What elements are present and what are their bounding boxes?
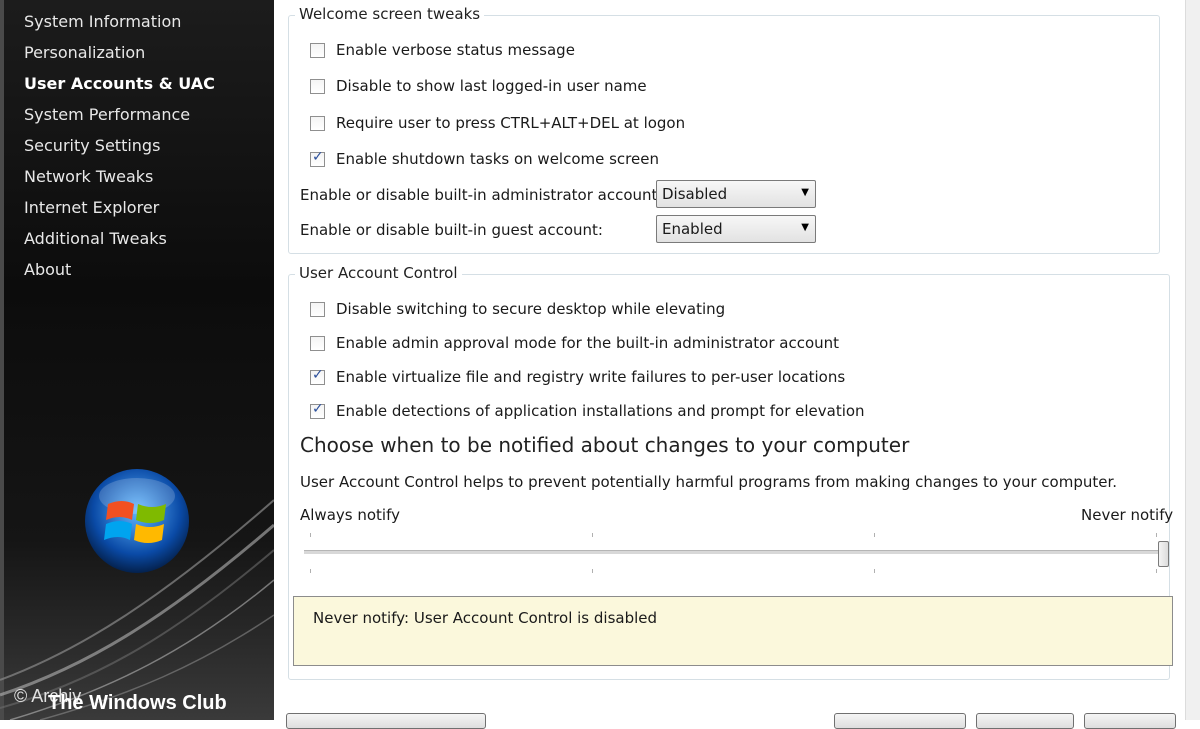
checkbox[interactable] <box>310 78 325 94</box>
option-secure-desktop[interactable]: Disable switching to secure desktop whil… <box>310 298 725 320</box>
option-detect-installs[interactable]: ✓ Enable detections of application insta… <box>310 400 865 422</box>
admin-account-row: Enable or disable built-in administrator… <box>300 179 662 211</box>
option-label: Disable to show last logged-in user name <box>336 77 647 95</box>
option-verbose-status[interactable]: Enable verbose status message <box>310 39 575 61</box>
sidebar-item-network-tweaks[interactable]: Network Tweaks <box>24 163 215 194</box>
checkbox[interactable] <box>310 115 325 131</box>
option-virtualize-writes[interactable]: ✓ Enable virtualize file and registry wr… <box>310 366 845 388</box>
checkbox[interactable] <box>310 301 325 317</box>
sidebar-item-system-information[interactable]: System Information <box>24 8 215 39</box>
bottom-button-1[interactable] <box>834 713 966 729</box>
slider-tick <box>310 533 311 537</box>
checkbox[interactable]: ✓ <box>310 149 325 167</box>
notify-slider-thumb[interactable] <box>1158 541 1169 567</box>
sidebar-item-security-settings[interactable]: Security Settings <box>24 132 215 163</box>
slider-tick <box>874 533 875 537</box>
sidebar-item-about[interactable]: About <box>24 256 215 287</box>
slider-never-notify-label: Never notify <box>1081 506 1174 524</box>
uac-description: User Account Control helps to prevent po… <box>300 473 1118 491</box>
uac-heading: Choose when to be notified about changes… <box>300 433 910 457</box>
checkbox[interactable]: ✓ <box>310 367 325 385</box>
sidebar-item-personalization[interactable]: Personalization <box>24 39 215 70</box>
welcome-legend: Welcome screen tweaks <box>295 5 485 23</box>
slider-tick <box>1156 533 1157 537</box>
admin-account-label: Enable or disable built-in administrator… <box>300 186 663 204</box>
option-label: Enable detections of application install… <box>336 402 865 420</box>
sidebar-item-additional-tweaks[interactable]: Additional Tweaks <box>24 225 215 256</box>
chevron-down-icon: ▼ <box>801 187 809 198</box>
chevron-down-icon: ▼ <box>801 222 809 233</box>
slider-tick <box>310 569 311 573</box>
uac-legend: User Account Control <box>295 264 462 282</box>
sidebar-item-system-performance[interactable]: System Performance <box>24 101 215 132</box>
option-label: Enable shutdown tasks on welcome screen <box>336 150 659 168</box>
sidebar-item-user-accounts-uac[interactable]: User Accounts & UAC <box>24 70 215 101</box>
checkbox[interactable] <box>310 42 325 58</box>
checkbox[interactable]: ✓ <box>310 401 325 419</box>
option-ctrl-alt-del[interactable]: Require user to press CTRL+ALT+DEL at lo… <box>310 112 685 134</box>
option-label: Enable virtualize file and registry writ… <box>336 368 846 386</box>
uac-notice-box: Never notify: User Account Control is di… <box>293 596 1173 666</box>
uac-notice-text: Never notify: User Account Control is di… <box>313 609 658 627</box>
admin-account-select[interactable]: Disabled ▼ <box>656 180 816 208</box>
option-label: Enable verbose status message <box>336 41 575 59</box>
option-label: Require user to press CTRL+ALT+DEL at lo… <box>336 114 686 132</box>
select-value: Disabled <box>662 185 728 203</box>
sidebar: System Information Personalization User … <box>0 0 274 720</box>
slider-always-notify-label: Always notify <box>300 506 400 524</box>
windows-logo-icon <box>85 469 189 573</box>
option-shutdown-tasks[interactable]: ✓ Enable shutdown tasks on welcome scree… <box>310 148 659 170</box>
sidebar-nav: System Information Personalization User … <box>24 8 215 287</box>
slider-tick <box>592 569 593 573</box>
option-hide-last-user[interactable]: Disable to show last logged-in user name <box>310 75 647 97</box>
bottom-button-3[interactable] <box>1084 713 1176 729</box>
sidebar-item-internet-explorer[interactable]: Internet Explorer <box>24 194 215 225</box>
watermark-label: © Archiv <box>14 686 82 706</box>
slider-tick <box>1156 569 1157 573</box>
slider-tick <box>874 569 875 573</box>
option-admin-approval[interactable]: Enable admin approval mode for the built… <box>310 332 839 354</box>
scrollbar[interactable] <box>1185 0 1200 720</box>
guest-account-row: Enable or disable built-in guest account… <box>300 214 603 246</box>
bottom-left-button[interactable] <box>286 713 486 729</box>
main-panel: Welcome screen tweaks Enable verbose sta… <box>274 0 1200 729</box>
welcome-group: Welcome screen tweaks Enable verbose sta… <box>288 5 1160 254</box>
guest-account-label: Enable or disable built-in guest account… <box>300 221 603 239</box>
bottom-button-2[interactable] <box>976 713 1074 729</box>
guest-account-select[interactable]: Enabled ▼ <box>656 215 816 243</box>
option-label: Enable admin approval mode for the built… <box>336 334 840 352</box>
checkbox[interactable] <box>310 335 325 351</box>
option-label: Disable switching to secure desktop whil… <box>336 300 726 318</box>
select-value: Enabled <box>662 220 723 238</box>
notify-slider-track[interactable] <box>304 550 1164 554</box>
slider-tick <box>592 533 593 537</box>
